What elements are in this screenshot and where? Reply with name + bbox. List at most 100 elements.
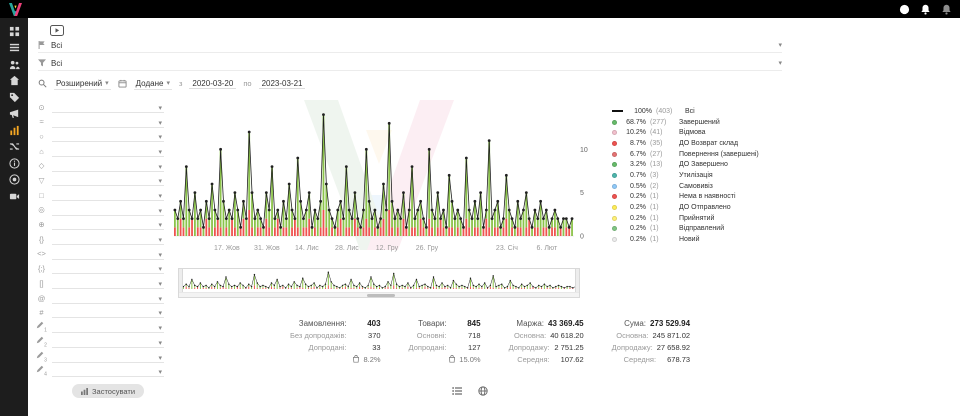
filter-select[interactable]: ▾ [52,337,164,348]
at-icon: @ [36,295,47,303]
bag-icon [448,355,456,363]
legend-item[interactable]: 0.5%(2)Самовивіз [612,181,759,192]
legend-item[interactable]: 100%(403)Всі [612,106,759,117]
filter-select[interactable]: ▾ [52,263,164,274]
filter-select[interactable]: ▾ [52,293,164,304]
sidebar-item-customers[interactable] [0,56,28,73]
bottom-toolbar [452,386,488,396]
legend-item[interactable]: 3.2%(13)ДО Завершено [612,159,759,170]
legend-item[interactable]: 0.2%(1)Прийнятий [612,213,759,224]
filter-select[interactable]: ▾ [52,307,164,318]
sidebar-item-orders[interactable] [0,40,28,57]
primary-filter-select[interactable]: Всі ▾ [38,38,782,53]
legend-item[interactable]: 0.2%(1)Нема в наявності [612,192,759,203]
filter-row: 3▾ [32,350,164,365]
mode-select[interactable]: Розширений ▾ [54,78,111,90]
brackets-icon: [] [36,280,47,288]
date-field-select[interactable]: Додане ▾ [134,78,172,90]
legend-dot-swatch [612,162,617,167]
sidebar-item-dashboard[interactable] [0,23,28,40]
summary-list-icon[interactable] [452,386,462,396]
filter-select[interactable]: ▾ [52,117,164,128]
legend-count: (1) [650,225,675,232]
range-selector-chart[interactable] [179,269,579,292]
filter-select[interactable]: ▾ [52,175,164,186]
sidebar-item-marketing[interactable] [0,106,28,123]
chevron-down-icon: ▾ [166,80,170,87]
legend-line-swatch [612,110,623,112]
chart-region: 051017. Жов31. Жов14. Лис28. Лис12. Гру2… [172,98,960,270]
sidebar-item-info[interactable] [0,155,28,172]
funnel-icon [38,59,46,67]
app-logo-icon[interactable] [8,3,23,16]
chevron-down-icon: ▾ [158,222,162,229]
orders-chart[interactable]: 051017. Жов31. Жов14. Лис28. Лис12. Гру2… [172,100,604,256]
sidebar-item-partners[interactable] [0,172,28,189]
sidebar-item-analytics[interactable] [0,122,28,139]
filter-select[interactable]: ▾ [52,205,164,216]
legend-item[interactable]: 68.7%(277)Завершений [612,117,759,128]
stat-column: Товари:845Основні:718Допродані:12715.0% [409,317,481,365]
globe-icon[interactable] [478,386,488,396]
filter-select[interactable]: ▾ [52,366,164,377]
circle-status-icon[interactable] [899,4,910,15]
filter-select[interactable]: ▾ [52,322,164,333]
sidebar-item-automation[interactable] [0,139,28,156]
sidebar-item-shop[interactable] [0,73,28,90]
svg-text:14. Лис: 14. Лис [295,245,319,252]
apply-button[interactable]: Застосувати [72,384,144,398]
chevron-down-icon: ▾ [158,134,162,141]
chart-range-selector[interactable] [178,268,580,298]
legend-item[interactable]: 0.7%(3)Утилізація [612,170,759,181]
plus-circle-icon: ⊕ [36,221,47,229]
legend-item[interactable]: 6.7%(27)Повернення (завершені) [612,149,759,160]
filter-select[interactable]: ▾ [52,234,164,245]
filter-select[interactable]: ▾ [52,102,164,113]
icon-sidebar [0,18,28,416]
filter-select[interactable]: ▾ [52,219,164,230]
legend-item[interactable]: 0.2%(1)ДО Отправлено [612,202,759,213]
stat-header: Товари:845 [409,317,481,329]
filter-select[interactable]: ▾ [52,131,164,142]
range-scrollbar-thumb[interactable] [367,294,395,297]
filter-select[interactable]: ▾ [52,146,164,157]
legend-item[interactable]: 8.7%(35)ДО Возврат склад [612,138,759,149]
legend-item[interactable]: 0.2%(1)Новий [612,234,759,245]
filter-select[interactable]: ▾ [52,278,164,289]
legend-count: (1) [650,236,675,243]
video-hint-icon[interactable] [50,25,64,36]
legend-item[interactable]: 10.2%(41)Відмова [612,127,759,138]
tag-icon [9,92,20,103]
filter-select[interactable]: ▾ [52,161,164,172]
sidebar-item-products[interactable] [0,89,28,106]
stat-label: Допродажу: [509,343,550,352]
megaphone-icon [9,108,20,119]
stat-column: Маржа:43 369.45Основна:40 618.20Допродаж… [509,317,584,365]
chevron-down-icon: ▾ [158,178,162,185]
svg-text:28. Лис: 28. Лис [335,245,359,252]
filter-row: ○▾ [32,129,164,144]
filter-select[interactable]: ▾ [52,249,164,260]
stat-title: Замовлення: [299,319,347,328]
bell-icon[interactable] [920,4,931,15]
search-icon[interactable] [38,79,47,88]
legend-dot-swatch [612,194,617,199]
stat-row: Допродажу:27 658.92 [612,341,690,353]
filter-select[interactable]: ▾ [52,352,164,363]
date-to-label: по [243,79,251,88]
range-handle-right[interactable] [575,269,579,292]
stat-title: Товари: [418,319,446,328]
bell-muted-icon[interactable] [941,4,952,15]
sidebar-item-video-tutorials[interactable] [0,188,28,205]
legend-item[interactable]: 0.2%(1)Відправлений [612,224,759,235]
range-handle-left[interactable] [179,269,183,292]
date-from-input[interactable]: 2020-03-20 [189,79,236,89]
legend-dot-swatch [612,216,617,221]
chevron-down-icon: ▾ [158,164,162,171]
status-icon: ⊙ [36,104,47,112]
filter-select[interactable]: ▾ [52,190,164,201]
secondary-filter-select[interactable]: Всі ▾ [38,56,782,71]
legend-dot-swatch [612,173,617,178]
range-scrollbar[interactable] [179,292,579,297]
date-to-input[interactable]: 2023-03-21 [259,79,306,89]
